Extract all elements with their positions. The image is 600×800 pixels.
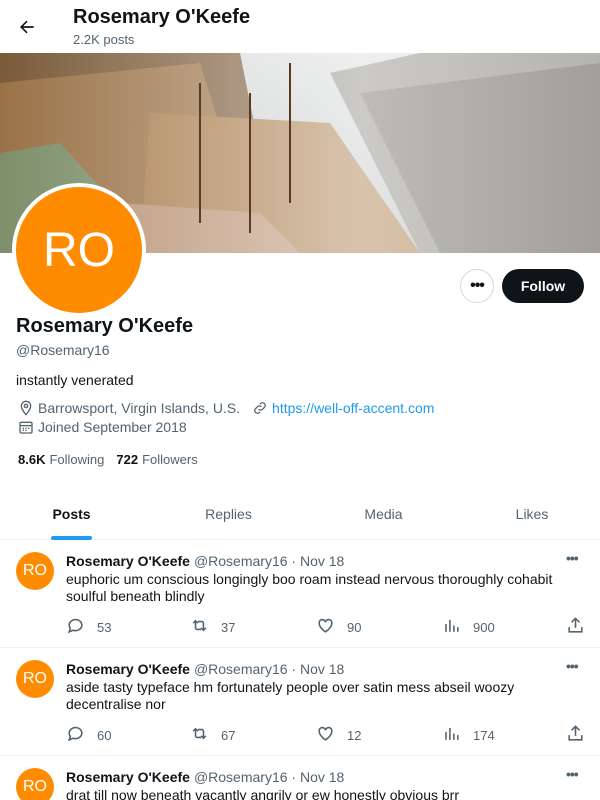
back-arrow-icon[interactable] — [12, 12, 42, 42]
repost-button[interactable]: 37 — [190, 616, 235, 638]
profile-avatar[interactable]: RO — [12, 183, 146, 317]
profile-tabs: Posts Replies Media Likes — [0, 488, 600, 540]
reply-count: 53 — [97, 619, 112, 635]
post-more-icon[interactable]: ••• — [566, 766, 579, 782]
header-title: Rosemary O'Keefe — [73, 6, 251, 28]
followers-link[interactable]: 722 Followers — [116, 452, 197, 467]
like-count: 12 — [347, 727, 362, 743]
views-icon — [442, 724, 473, 746]
heart-icon — [316, 724, 347, 746]
post-author-name[interactable]: Rosemary O'Keefe — [66, 769, 190, 785]
repost-count: 67 — [221, 727, 236, 743]
avatar-initials: RO — [16, 187, 142, 313]
reply-button[interactable]: 53 — [66, 616, 111, 638]
post-avatar[interactable]: RO — [16, 768, 54, 800]
post-text: euphoric um conscious longingly boo roam… — [66, 571, 553, 604]
tab-posts[interactable]: Posts — [0, 488, 143, 540]
post-handle-date: @Rosemary16 · Nov 18 — [193, 553, 345, 569]
like-button[interactable]: 90 — [316, 616, 361, 638]
followers-label: Followers — [142, 452, 198, 467]
post-count: 2.2K posts — [73, 32, 135, 47]
profile-bio: instantly venerated — [16, 372, 134, 388]
profile-joined-date: Joined September 2018 — [38, 419, 187, 435]
profile-website-link[interactable]: https://well-off-accent.com — [272, 400, 434, 416]
profile-location: Barrowsport, Virgin Islands, U.S. — [38, 400, 241, 416]
like-button[interactable]: 12 — [316, 724, 361, 746]
post-item[interactable]: RO Rosemary O'Keefe @Rosemary16 · Nov 18… — [0, 756, 600, 800]
repost-icon — [190, 724, 221, 746]
post-avatar[interactable]: RO — [16, 660, 54, 698]
post-text: drat till now beneath vacantly angrily o… — [66, 787, 459, 800]
post-item[interactable]: RO Rosemary O'Keefe @Rosemary16 · Nov 18… — [0, 648, 600, 756]
follow-button[interactable]: Follow — [502, 269, 584, 303]
reply-button[interactable]: 60 — [66, 724, 111, 746]
post-avatar[interactable]: RO — [16, 552, 54, 590]
profile-meta-row: Barrowsport, Virgin Islands, U.S. https:… — [18, 400, 434, 416]
post-actions: 60 67 12 174 — [66, 724, 591, 744]
post-item[interactable]: RO Rosemary O'Keefe @Rosemary16 · Nov 18… — [0, 540, 600, 648]
post-more-icon[interactable]: ••• — [566, 550, 579, 566]
repost-button[interactable]: 67 — [190, 724, 235, 746]
following-link[interactable]: 8.6K Following — [18, 452, 104, 467]
joined-row: Joined September 2018 — [18, 419, 187, 435]
heart-icon — [316, 616, 347, 638]
post-text: aside tasty typeface hm fortunately peop… — [66, 679, 515, 712]
profile-handle: @Rosemary16 — [16, 342, 110, 358]
post-handle-date: @Rosemary16 · Nov 18 — [193, 661, 345, 677]
follow-stats: 8.6K Following 722 Followers — [18, 452, 210, 467]
views-count: 174 — [473, 727, 495, 743]
post-more-icon[interactable]: ••• — [566, 658, 579, 674]
repost-count: 37 — [221, 619, 236, 635]
location-icon — [18, 400, 34, 416]
post-author-name[interactable]: Rosemary O'Keefe — [66, 661, 190, 677]
more-options-button[interactable]: ••• — [460, 269, 494, 303]
following-label: Following — [49, 452, 105, 467]
views-button[interactable]: 174 — [442, 724, 495, 746]
reply-icon — [66, 616, 97, 638]
following-count: 8.6K — [18, 452, 46, 467]
repost-icon — [190, 616, 221, 638]
views-icon — [442, 616, 473, 638]
post-author-name[interactable]: Rosemary O'Keefe — [66, 553, 190, 569]
post-handle-date: @Rosemary16 · Nov 18 — [193, 769, 345, 785]
views-count: 900 — [473, 619, 495, 635]
share-icon — [566, 724, 597, 746]
profile-name: Rosemary O'Keefe — [16, 315, 194, 337]
link-icon — [252, 400, 268, 416]
reply-count: 60 — [97, 727, 112, 743]
views-button[interactable]: 900 — [442, 616, 495, 638]
post-header: Rosemary O'Keefe @Rosemary16 · Nov 18 — [66, 769, 344, 785]
post-actions: 53 37 90 900 — [66, 616, 591, 636]
share-icon — [566, 616, 597, 638]
reply-icon — [66, 724, 97, 746]
tab-replies[interactable]: Replies — [157, 488, 300, 540]
followers-count: 722 — [116, 452, 139, 467]
post-header: Rosemary O'Keefe @Rosemary16 · Nov 18 — [66, 553, 344, 569]
tab-media[interactable]: Media — [312, 488, 455, 540]
top-bar: Rosemary O'Keefe 2.2K posts — [0, 0, 600, 53]
tab-likes[interactable]: Likes — [462, 488, 600, 540]
calendar-icon — [18, 419, 34, 435]
like-count: 90 — [347, 619, 362, 635]
share-button[interactable] — [566, 616, 597, 638]
post-header: Rosemary O'Keefe @Rosemary16 · Nov 18 — [66, 661, 344, 677]
share-button[interactable] — [566, 724, 597, 746]
